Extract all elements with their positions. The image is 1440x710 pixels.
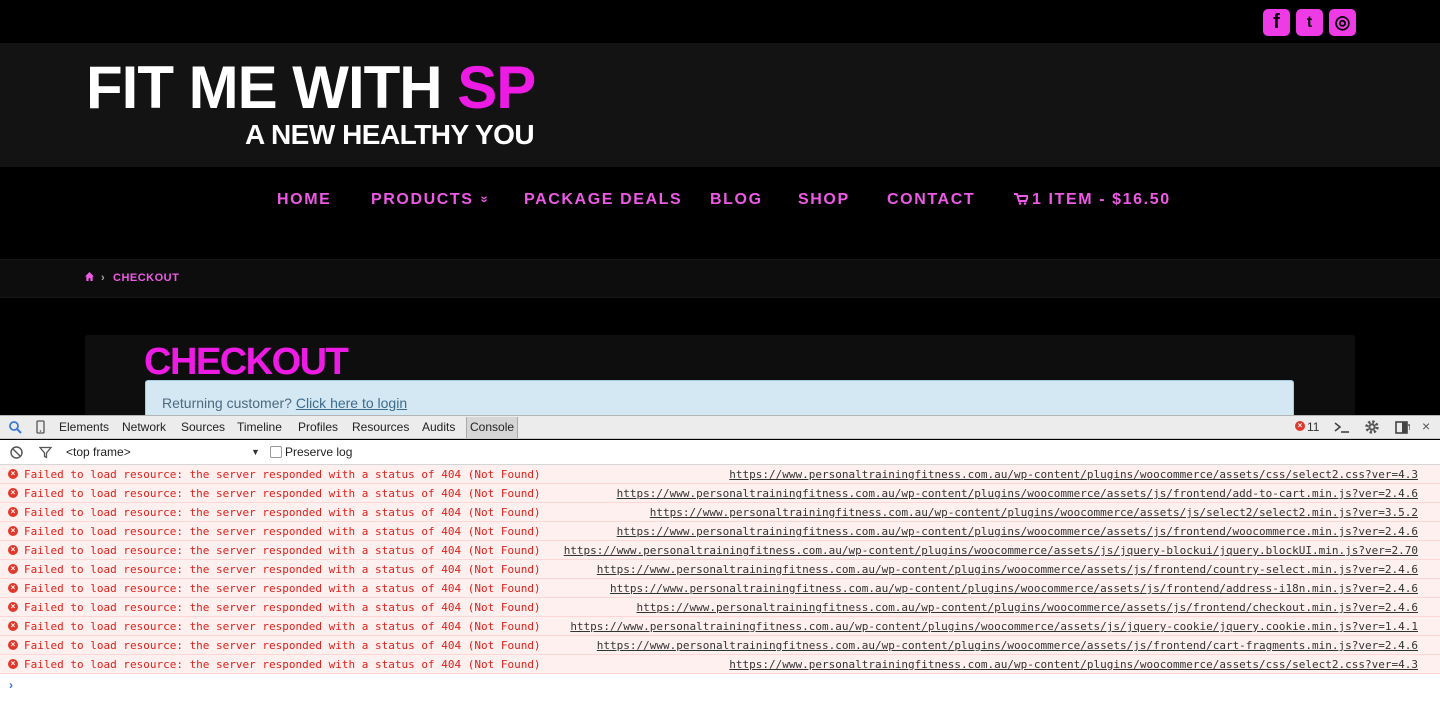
dock-side-icon[interactable] [1395,421,1410,434]
error-message: Failed to load resource: the server resp… [24,639,541,652]
error-source-link[interactable]: https://www.personaltrainingfitness.com.… [610,582,1418,595]
console-error-row: × Failed to load resource: the server res… [0,484,1440,503]
nav-cart[interactable]: 1 ITEM - $16.50 [1014,190,1171,210]
console-error-row: × Failed to load resource: the server res… [0,522,1440,541]
filter-icon[interactable] [39,446,52,459]
error-count-icon: × [1295,421,1305,431]
tab-audits[interactable]: Audits [422,420,455,434]
cart-summary: 1 ITEM - $16.50 [1032,191,1171,208]
breadcrumb-current: CHECKOUT [113,272,180,284]
nav-blog[interactable]: BLOG [710,190,763,210]
console-error-row: × Failed to load resource: the server res… [0,465,1440,484]
frame-select[interactable]: <top frame> [66,445,131,459]
error-message: Failed to load resource: the server resp… [24,658,541,671]
logo-text: FIT ME WITH [86,54,458,121]
site-logo[interactable]: FIT ME WITH SP [86,53,536,123]
error-icon: × [8,488,18,498]
error-message: Failed to load resource: the server resp… [24,506,541,519]
error-message: Failed to load resource: the server resp… [24,487,541,500]
search-icon[interactable] [9,421,22,434]
error-icon: × [8,659,18,669]
console-error-row: × Failed to load resource: the server res… [0,655,1440,674]
error-icon: × [8,621,18,631]
console-error-row: × Failed to load resource: the server res… [0,636,1440,655]
tab-network[interactable]: Network [122,420,166,434]
console-prompt-icon[interactable]: › [9,678,13,692]
error-icon: × [8,583,18,593]
error-source-link[interactable]: https://www.personaltrainingfitness.com.… [570,620,1418,633]
error-message: Failed to load resource: the server resp… [24,544,541,557]
login-link[interactable]: Click here to login [296,395,407,411]
main-nav [0,167,1440,259]
error-source-link[interactable]: https://www.personaltrainingfitness.com.… [564,544,1418,557]
console-error-row: × Failed to load resource: the server res… [0,579,1440,598]
tab-resources[interactable]: Resources [352,420,409,434]
error-icon: × [8,526,18,536]
error-source-link[interactable]: https://www.personaltrainingfitness.com.… [729,658,1418,671]
breadcrumb-separator: › [101,272,106,284]
error-message: Failed to load resource: the server resp… [24,601,541,614]
error-source-link[interactable]: https://www.personaltrainingfitness.com.… [729,468,1418,481]
error-source-link[interactable]: https://www.personaltrainingfitness.com.… [617,487,1418,500]
tab-profiles[interactable]: Profiles [298,420,338,434]
console-error-row: × Failed to load resource: the server res… [0,503,1440,522]
preserve-log-checkbox[interactable] [270,446,282,458]
console-drawer-icon[interactable] [1334,421,1350,434]
error-source-link[interactable]: https://www.personaltrainingfitness.com.… [597,563,1418,576]
error-message: Failed to load resource: the server resp… [24,525,541,538]
page-title: CHECKOUT [144,341,349,383]
error-icon: × [8,545,18,555]
tab-sources[interactable]: Sources [181,420,225,434]
console-error-row: × Failed to load resource: the server res… [0,541,1440,560]
error-icon: × [8,640,18,650]
clear-console-icon[interactable] [10,446,23,459]
tab-timeline[interactable]: Timeline [237,420,282,434]
top-bar [0,0,1440,43]
preserve-log-label: Preserve log [285,445,353,459]
error-source-link[interactable]: https://www.personaltrainingfitness.com.… [597,639,1418,652]
close-icon[interactable]: × [1422,418,1430,434]
console-error-row: × Failed to load resource: the server res… [0,560,1440,579]
nav-package-deals[interactable]: PACKAGE DEALS [524,190,682,210]
device-mode-icon[interactable] [36,420,45,434]
nav-shop[interactable]: SHOP [798,190,850,210]
cart-icon [1014,193,1030,205]
dropdown-arrow-icon[interactable]: ▼ [251,446,260,458]
facebook-icon[interactable]: f [1263,9,1290,36]
console-filter-bar [0,440,1440,465]
console-log: × Failed to load resource: the server res… [0,465,1440,710]
notice-label: Returning customer? [162,395,292,411]
error-source-link[interactable]: https://www.personaltrainingfitness.com.… [617,525,1418,538]
twitter-icon[interactable]: t [1296,9,1323,36]
error-message: Failed to load resource: the server resp… [24,620,541,633]
breadcrumb [0,259,1440,298]
nav-home[interactable]: HOME [277,190,331,210]
chevron-down-icon: » [477,195,493,205]
nav-products[interactable]: PRODUCTS » [371,190,492,210]
error-icon: × [8,564,18,574]
home-icon[interactable] [85,272,94,281]
error-icon: × [8,507,18,517]
instagram-icon[interactable]: ◎ [1329,9,1356,36]
login-notice-text: Returning customer? Click here to login [162,395,407,411]
console-error-row: × Failed to load resource: the server res… [0,617,1440,636]
site-tagline: A NEW HEALTHY YOU [245,119,535,150]
tab-elements[interactable]: Elements [59,420,109,434]
tab-console[interactable]: Console [466,417,519,438]
console-error-row: × Failed to load resource: the server res… [0,598,1440,617]
nav-products-label: PRODUCTS [371,191,474,208]
logo-accent: SP [457,54,536,121]
error-message: Failed to load resource: the server resp… [24,582,541,595]
error-icon: × [8,602,18,612]
error-count[interactable]: 11 [1307,420,1319,434]
nav-contact[interactable]: CONTACT [887,190,975,210]
error-message: Failed to load resource: the server resp… [24,468,541,481]
error-source-link[interactable]: https://www.personaltrainingfitness.com.… [637,601,1418,614]
settings-gear-icon[interactable] [1364,419,1380,435]
error-source-link[interactable]: https://www.personaltrainingfitness.com.… [650,506,1418,519]
error-message: Failed to load resource: the server resp… [24,563,541,576]
error-icon: × [8,469,18,479]
